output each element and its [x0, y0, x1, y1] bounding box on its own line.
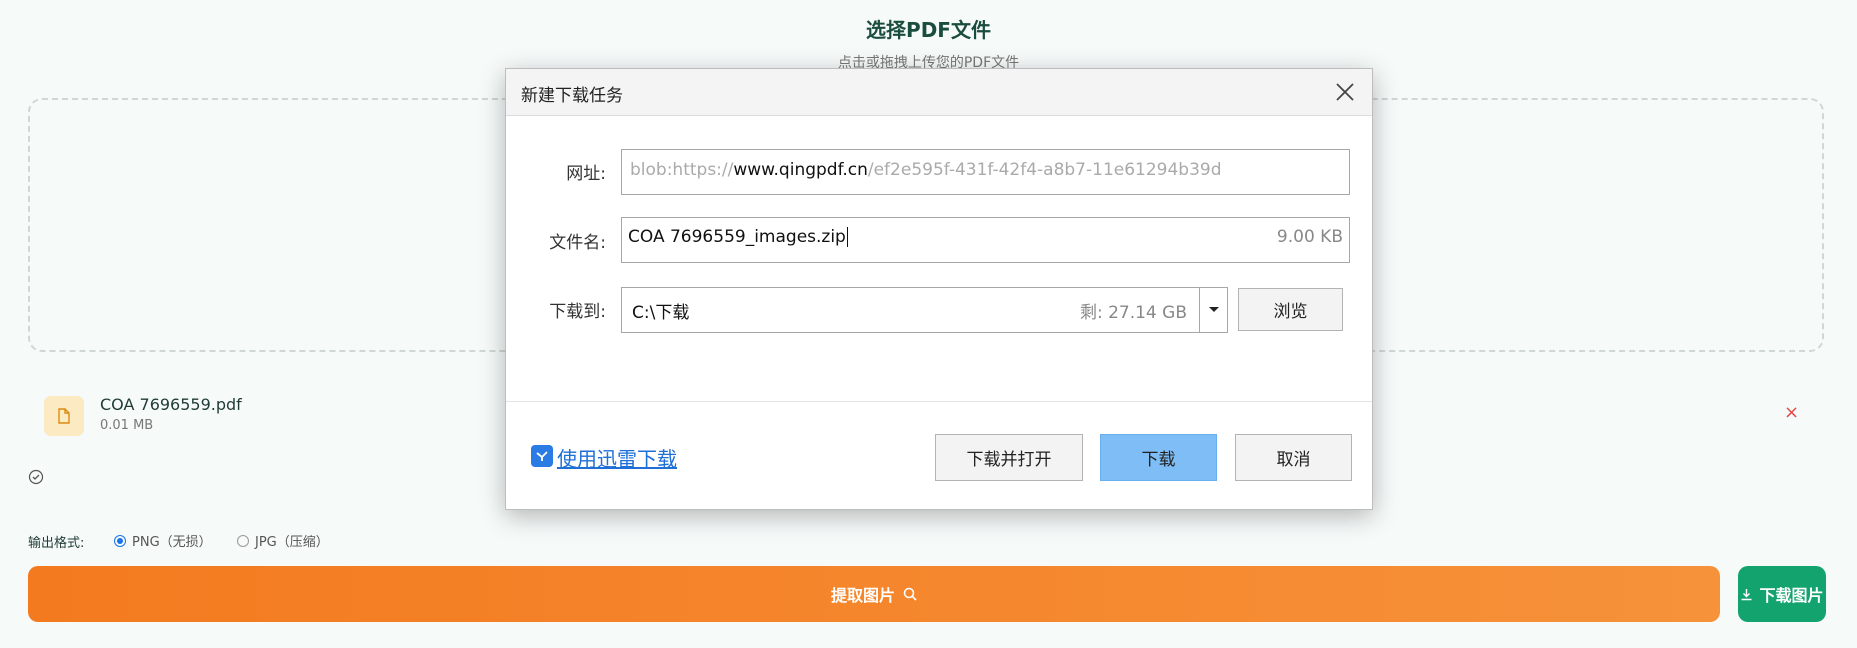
new-download-dialog: 新建下载任务 网址: blob:https://www.qingpdf.cn/e…: [505, 68, 1373, 510]
check-circle-icon: [28, 469, 44, 485]
save-path-field[interactable]: C:\下载 剩: 27.14 GB: [621, 287, 1228, 333]
format-option-label: JPG（压缩）: [255, 535, 329, 550]
chevron-down-icon: [1208, 307, 1219, 312]
file-name: COA 7696559.pdf: [100, 395, 242, 414]
radio-jpg[interactable]: [237, 534, 249, 547]
dialog-divider: [506, 401, 1372, 402]
output-format-label: 输出格式:: [28, 536, 85, 551]
file-size-value: 9.00 KB: [1276, 227, 1343, 247]
file-icon: [44, 396, 84, 436]
filename-label: 文件名:: [549, 233, 606, 253]
save-path-value: C:\下载: [632, 303, 690, 323]
download-images-label: 下载图片: [1759, 586, 1824, 605]
url-prefix: blob:https://: [630, 160, 734, 180]
text-caret: [846, 227, 848, 247]
download-button[interactable]: 下载: [1100, 434, 1217, 481]
dialog-title: 新建下载任务: [521, 86, 623, 106]
browse-button[interactable]: 浏览: [1238, 288, 1343, 331]
save-to-label: 下载到:: [549, 302, 606, 322]
filename-field[interactable]: COA 7696559_images.zip 9.00 KB: [621, 217, 1350, 263]
path-dropdown-button[interactable]: [1199, 288, 1227, 332]
page-title: 选择PDF文件: [866, 18, 991, 42]
format-option-label: PNG（无损）: [132, 535, 212, 550]
download-and-open-button[interactable]: 下载并打开: [935, 434, 1083, 481]
remove-file-icon[interactable]: ×: [1784, 402, 1799, 423]
url-host: www.qingpdf.cn: [733, 160, 868, 180]
url-field[interactable]: blob:https://www.qingpdf.cn/ef2e595f-431…: [621, 149, 1350, 195]
close-icon[interactable]: [1332, 79, 1358, 105]
file-size: 0.01 MB: [100, 418, 154, 433]
radio-png[interactable]: [114, 534, 126, 547]
extract-images-button[interactable]: 提取图片: [28, 566, 1720, 622]
url-suffix: /ef2e595f-431f-42f4-a8b7-11e61294b39d: [867, 160, 1222, 180]
cancel-button[interactable]: 取消: [1235, 434, 1352, 481]
download-icon: [1741, 588, 1752, 600]
use-thunder-link[interactable]: 使用迅雷下载: [557, 443, 677, 472]
extract-label: 提取图片: [830, 586, 895, 605]
download-images-button[interactable]: 下载图片: [1738, 566, 1826, 622]
format-option-png[interactable]: PNG（无损）: [114, 531, 212, 550]
search-icon: [903, 587, 917, 601]
filename-text: COA 7696559_images.zip: [628, 227, 846, 247]
free-space-value: 剩: 27.14 GB: [1079, 303, 1187, 323]
url-text: blob:https://www.qingpdf.cn/ef2e595f-431…: [630, 160, 1222, 180]
filename-value: COA 7696559_images.zip: [628, 227, 848, 247]
format-option-jpg[interactable]: JPG（压缩）: [237, 531, 329, 550]
thunder-checkbox-icon[interactable]: [531, 445, 553, 467]
url-label: 网址:: [566, 164, 606, 184]
dialog-titlebar: 新建下载任务: [506, 69, 1372, 116]
